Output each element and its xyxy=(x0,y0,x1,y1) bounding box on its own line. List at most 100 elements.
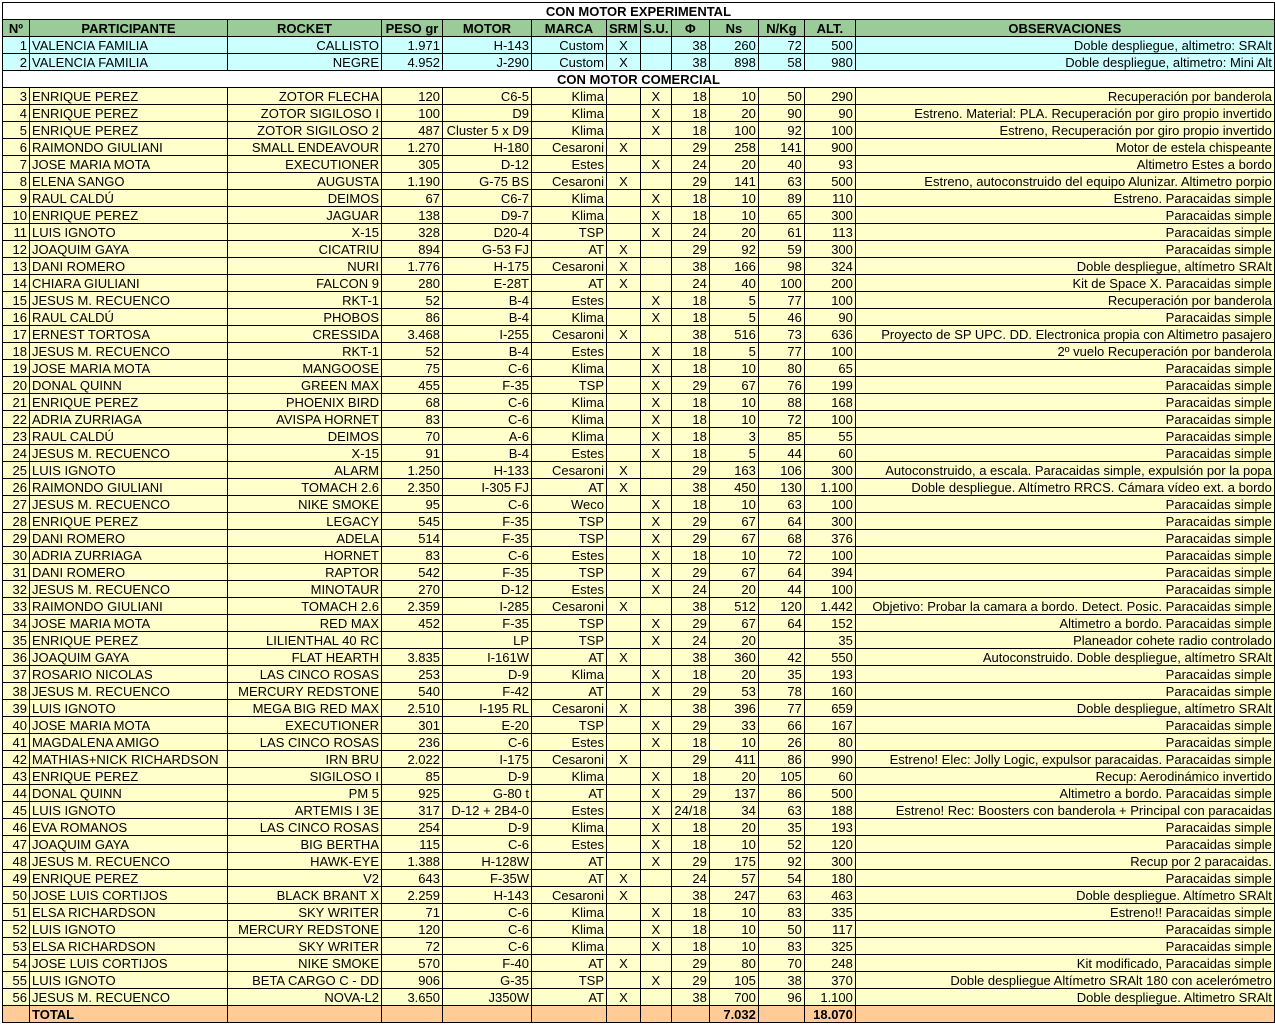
cell-nkg[interactable]: 86 xyxy=(757,784,805,802)
cell-diametro[interactable]: 18 xyxy=(670,665,710,683)
cell-participante[interactable]: RAIMONDO GIULIANI xyxy=(29,138,228,156)
cell-num[interactable]: 38 xyxy=(2,682,30,700)
cell-motor[interactable]: C6-7 xyxy=(442,189,532,207)
cell-su[interactable]: X xyxy=(639,359,672,377)
cell-observaciones[interactable]: Kit de Space X. Paracaidas simple xyxy=(854,274,1275,292)
cell-diametro[interactable]: 29 xyxy=(670,784,710,802)
cell-alt[interactable]: 1.442 xyxy=(803,597,856,615)
cell-peso[interactable]: 643 xyxy=(381,869,443,887)
cell-alt[interactable]: 65 xyxy=(803,359,856,377)
cell-ns[interactable]: 898 xyxy=(708,53,759,71)
cell-marca[interactable]: Klima xyxy=(531,393,607,411)
cell-alt[interactable]: 980 xyxy=(803,53,856,71)
cell-ns[interactable]: 10 xyxy=(708,206,759,224)
cell-observaciones[interactable]: Doble despliegue. Altímetro RRCS. Cámara… xyxy=(854,478,1275,496)
cell-srm[interactable]: X xyxy=(606,597,641,615)
cell-rocket[interactable]: BETA CARGO C - DD xyxy=(227,971,382,989)
cell-participante[interactable]: LUIS IGNOTO xyxy=(29,461,228,479)
cell-alt[interactable]: 1.100 xyxy=(803,988,856,1006)
cell-diametro[interactable]: 18 xyxy=(670,495,710,513)
cell-srm[interactable]: X xyxy=(606,648,641,666)
cell-alt[interactable]: 100 xyxy=(803,410,856,428)
cell-peso[interactable]: 83 xyxy=(381,410,443,428)
cell-peso[interactable]: 280 xyxy=(381,274,443,292)
cell-motor[interactable]: F-35 xyxy=(442,376,532,394)
cell-observaciones[interactable]: Objetivo: Probar la camara a bordo. Dete… xyxy=(854,597,1275,615)
cell-participante[interactable]: ENRIQUE PEREZ xyxy=(29,869,228,887)
cell-alt[interactable]: 93 xyxy=(803,155,856,173)
cell-num[interactable]: 40 xyxy=(2,716,30,734)
cell-observaciones[interactable]: Paracaidas simple xyxy=(854,563,1275,581)
cell-marca[interactable]: Custom xyxy=(531,36,607,54)
cell-num[interactable]: 45 xyxy=(2,801,30,819)
cell-observaciones[interactable]: Paracaidas simple xyxy=(854,869,1275,887)
cell-ns[interactable]: 10 xyxy=(708,733,759,751)
cell-observaciones[interactable]: Doble despliegue. Altimetro SRAlt xyxy=(854,988,1275,1006)
cell-rocket[interactable]: AUGUSTA xyxy=(227,172,382,190)
cell-observaciones[interactable]: Altimetro Estes a bordo xyxy=(854,155,1275,173)
cell-participante[interactable]: JESUS M. RECUENCO xyxy=(29,682,228,700)
cell-ns[interactable]: 5 xyxy=(708,342,759,360)
cell-ns[interactable]: 105 xyxy=(708,971,759,989)
cell-su[interactable] xyxy=(639,274,672,292)
cell-marca[interactable]: AT xyxy=(531,988,607,1006)
cell-ns[interactable]: 67 xyxy=(708,563,759,581)
cell-num[interactable]: 21 xyxy=(2,393,30,411)
cell-observaciones[interactable]: Estreno! Elec: Jolly Logic, expulsor par… xyxy=(854,750,1275,768)
cell-motor[interactable]: E-20 xyxy=(442,716,532,734)
cell-su[interactable]: X xyxy=(639,903,672,921)
cell-diametro[interactable]: 38 xyxy=(670,325,710,343)
cell-participante[interactable]: JESUS M. RECUENCO xyxy=(29,852,228,870)
cell-rocket[interactable]: JAGUAR xyxy=(227,206,382,224)
cell-num[interactable]: 46 xyxy=(2,818,30,836)
cell-num[interactable]: 17 xyxy=(2,325,30,343)
cell-marca[interactable]: AT xyxy=(531,648,607,666)
cell-marca[interactable]: Estes xyxy=(531,835,607,853)
cell-nkg[interactable]: 59 xyxy=(757,240,805,258)
cell-participante[interactable]: JOSE MARIA MOTA xyxy=(29,359,228,377)
cell-observaciones[interactable]: Paracaidas simple xyxy=(854,427,1275,445)
cell-marca[interactable]: Klima xyxy=(531,818,607,836)
cell-participante[interactable]: RAUL CALDÚ xyxy=(29,189,228,207)
cell-diametro[interactable]: 29 xyxy=(670,614,710,632)
cell-alt[interactable]: 335 xyxy=(803,903,856,921)
cell-marca[interactable]: TSP xyxy=(531,716,607,734)
cell-motor[interactable]: F-35 xyxy=(442,614,532,632)
cell-ns[interactable]: 360 xyxy=(708,648,759,666)
cell-diametro[interactable]: 24 xyxy=(670,631,710,649)
cell-observaciones[interactable]: Doble despliegue. Altímetro SRAlt xyxy=(854,886,1275,904)
cell-srm[interactable] xyxy=(606,920,641,938)
cell-peso[interactable] xyxy=(381,631,443,649)
cell-diametro[interactable]: 29 xyxy=(670,954,710,972)
cell-su[interactable]: X xyxy=(639,410,672,428)
cell-su[interactable]: X xyxy=(639,121,672,139)
cell-num[interactable]: 39 xyxy=(2,699,30,717)
cell-nkg[interactable]: 38 xyxy=(757,971,805,989)
cell-srm[interactable] xyxy=(606,631,641,649)
cell-rocket[interactable]: EXECUTIONER xyxy=(227,155,382,173)
cell-su[interactable]: X xyxy=(639,291,672,309)
cell-marca[interactable]: TSP xyxy=(531,971,607,989)
cell-su[interactable]: X xyxy=(639,87,672,105)
cell-su[interactable] xyxy=(639,750,672,768)
cell-diametro[interactable]: 29 xyxy=(670,172,710,190)
cell-motor[interactable]: D-9 xyxy=(442,767,532,785)
cell-rocket[interactable]: ADELA xyxy=(227,529,382,547)
cell-participante[interactable]: DANI ROMERO xyxy=(29,529,228,547)
cell-nkg[interactable]: 96 xyxy=(757,988,805,1006)
cell-num[interactable]: 1 xyxy=(2,36,30,54)
cell-participante[interactable]: JOSE MARIA MOTA xyxy=(29,614,228,632)
cell-peso[interactable]: 52 xyxy=(381,291,443,309)
cell-rocket[interactable]: X-15 xyxy=(227,223,382,241)
cell-alt[interactable]: 1.100 xyxy=(803,478,856,496)
cell-su[interactable]: X xyxy=(639,920,672,938)
cell-diametro[interactable]: 24 xyxy=(670,580,710,598)
cell-diametro[interactable]: 18 xyxy=(670,291,710,309)
cell-num[interactable]: 52 xyxy=(2,920,30,938)
cell-alt[interactable]: 113 xyxy=(803,223,856,241)
cell-peso[interactable]: 100 xyxy=(381,104,443,122)
cell-peso[interactable]: 254 xyxy=(381,818,443,836)
cell-peso[interactable]: 514 xyxy=(381,529,443,547)
cell-rocket[interactable]: HAWK-EYE xyxy=(227,852,382,870)
cell-alt[interactable]: 500 xyxy=(803,36,856,54)
